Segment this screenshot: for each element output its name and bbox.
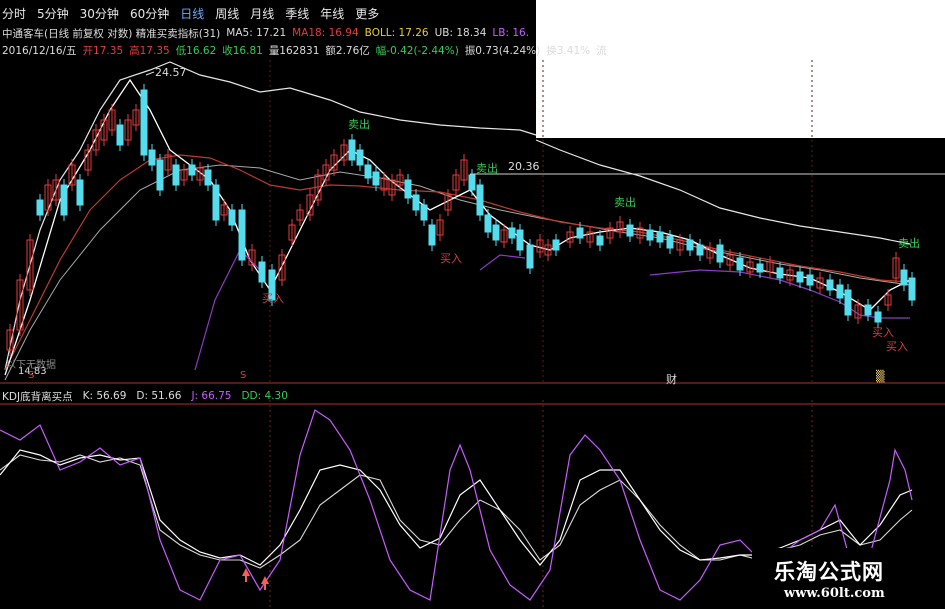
s-marker: S	[240, 370, 247, 381]
candle-body	[552, 239, 560, 251]
candle-body	[238, 209, 246, 261]
candle-body	[404, 179, 412, 199]
candle-body	[412, 194, 420, 211]
candle-body	[516, 229, 524, 251]
candle-body	[204, 169, 212, 186]
candle-body	[76, 179, 84, 206]
candle-body	[576, 227, 584, 239]
sell-label-3: 卖出	[614, 196, 636, 209]
kdj-d-value: D: 51.66	[136, 390, 182, 402]
kdj-k-value: K: 56.69	[82, 390, 127, 402]
candle-body	[364, 164, 372, 179]
candle-body	[796, 271, 804, 283]
candle-body	[696, 244, 704, 256]
candle-body	[36, 199, 44, 216]
candle-body	[484, 214, 492, 233]
candle-body	[900, 269, 908, 286]
candle-body	[716, 244, 724, 263]
upper-band-line-2	[535, 139, 911, 245]
candle-body	[348, 139, 356, 161]
candle-body	[258, 261, 266, 283]
kdj-name: KDJ底背离买点	[2, 390, 73, 403]
event-marker: ▒	[876, 370, 885, 383]
candle-body	[646, 229, 654, 241]
watermark-url: www.60lt.com	[784, 586, 885, 601]
candle-body	[188, 164, 196, 176]
candle-body	[156, 159, 164, 191]
candle-body	[508, 227, 516, 239]
lower-band-line-2	[479, 254, 526, 271]
candle-body	[656, 231, 664, 243]
buy-label-4: 买入	[886, 340, 908, 353]
finance-marker: 财	[666, 373, 677, 386]
candle-body	[60, 184, 68, 216]
candle-body	[116, 124, 124, 146]
buy-label-1: 买入	[262, 292, 284, 305]
candle-body	[372, 171, 380, 186]
candle-body	[686, 239, 694, 251]
candle-body	[148, 149, 156, 166]
buy-label-2: 买入	[440, 252, 462, 265]
candle-body	[526, 244, 534, 269]
candle-body	[476, 184, 484, 216]
candle-body	[356, 149, 364, 166]
candle-body	[596, 235, 604, 246]
candle-body	[908, 277, 916, 301]
candle-body	[626, 224, 634, 237]
candle-body	[666, 235, 674, 249]
s-marker-2: S	[28, 370, 35, 381]
high-price-label: 24.57	[155, 66, 187, 79]
sell-label-1: 卖出	[348, 118, 370, 131]
no-data-note: 以下无数据	[6, 360, 56, 371]
candle-body	[806, 274, 814, 286]
candle-body	[836, 284, 844, 299]
candle-body	[468, 174, 476, 191]
candle-body	[776, 267, 784, 279]
stock-chart-window: 分时 5分钟 30分钟 60分钟 日线 周线 月线 季线 年线 更多 中通客车(日线 前复权 对数…	[0, 0, 945, 609]
candlestick-chart[interactable]	[0, 0, 945, 609]
candle-body	[492, 224, 500, 241]
candle-body	[420, 204, 428, 221]
candle-body	[864, 304, 872, 316]
candle-body	[428, 224, 436, 246]
candle-body	[844, 289, 852, 316]
candle-body	[874, 311, 882, 323]
high-price-pointer	[145, 71, 155, 76]
candle-body	[212, 184, 220, 221]
kdj-j-value: J: 66.75	[191, 390, 232, 402]
sell-label-2: 卖出	[476, 162, 498, 175]
kdj-header: KDJ底背离买点 K: 56.69 D: 51.66 J: 66.75 DD: …	[2, 388, 288, 404]
sell-label-4: 卖出	[898, 237, 920, 250]
kdj-dd-value: DD: 4.30	[241, 390, 288, 402]
candle-body	[756, 263, 764, 273]
candle-body	[228, 209, 236, 226]
candle-body	[140, 89, 148, 156]
candle-body	[736, 257, 744, 271]
candle-body	[826, 279, 834, 291]
level-price-label: 20.36	[508, 160, 540, 173]
watermark-site-name: 乐淘公式网	[774, 560, 884, 584]
lower-band-line-1	[194, 248, 261, 371]
candle-body	[172, 164, 180, 186]
